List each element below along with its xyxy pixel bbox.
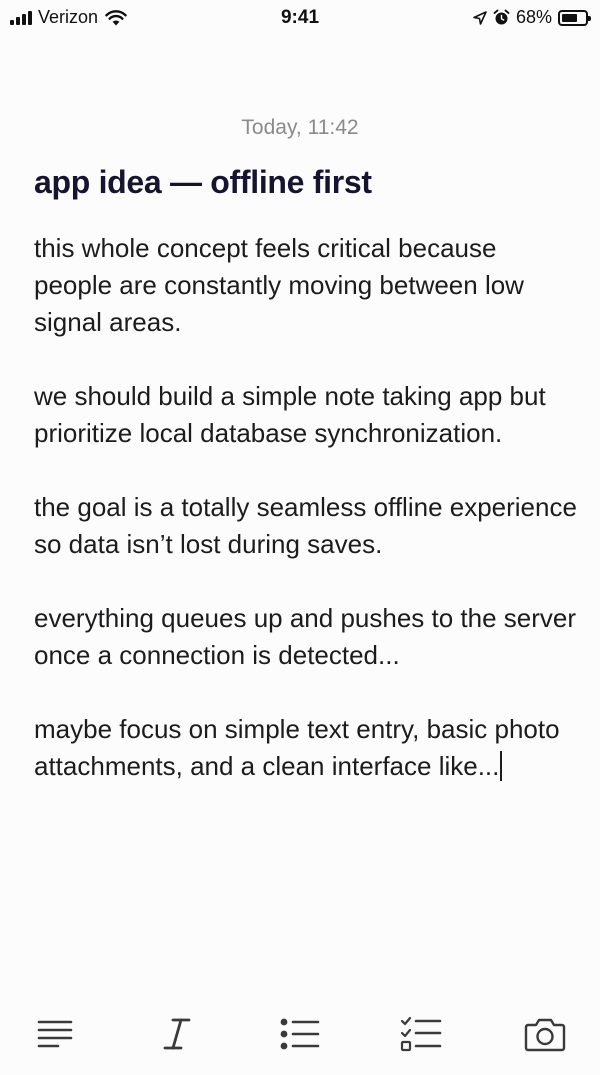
note-paragraph[interactable]: the goal is a totally seamless offline e… [34,489,580,563]
note-paragraph-text: maybe focus on simple text entry, basic … [34,714,560,781]
note-editor-screen: Verizon 9:41 68% Today, 11:42 app idea —… [0,0,600,1075]
note-body[interactable]: this whole concept feels critical becaus… [34,230,580,822]
battery-percent: 68% [515,7,552,27]
text-cursor [500,751,503,781]
checklist-button[interactable] [399,1012,443,1056]
location-icon [473,10,487,25]
note-title[interactable]: app idea — offline first [34,164,580,201]
bulleted-list-button[interactable] [278,1012,322,1056]
status-bar: Verizon 9:41 68% [0,0,600,36]
bulleted-list-icon [280,1018,320,1050]
align-text-icon [37,1020,73,1048]
alarm-icon [493,9,510,25]
camera-icon [524,1018,566,1052]
italic-icon [163,1018,191,1050]
align-text-button[interactable] [33,1012,77,1056]
status-bar-right: 68% [473,7,591,28]
italic-button[interactable] [155,1012,199,1056]
note-paragraph[interactable]: everything queues up and pushes to the s… [34,600,580,674]
note-paragraph-last[interactable]: maybe focus on simple text entry, basic … [34,711,580,785]
note-paragraph[interactable]: we should build a simple note taking app… [34,378,580,452]
checklist-icon [400,1016,442,1052]
formatting-toolbar [0,1012,600,1068]
battery-icon [558,9,591,26]
battery-level-fill [562,13,577,22]
note-date: Today, 11:42 [241,116,359,139]
note-paragraph[interactable]: this whole concept feels critical becaus… [34,230,580,341]
camera-button[interactable] [523,1012,567,1056]
